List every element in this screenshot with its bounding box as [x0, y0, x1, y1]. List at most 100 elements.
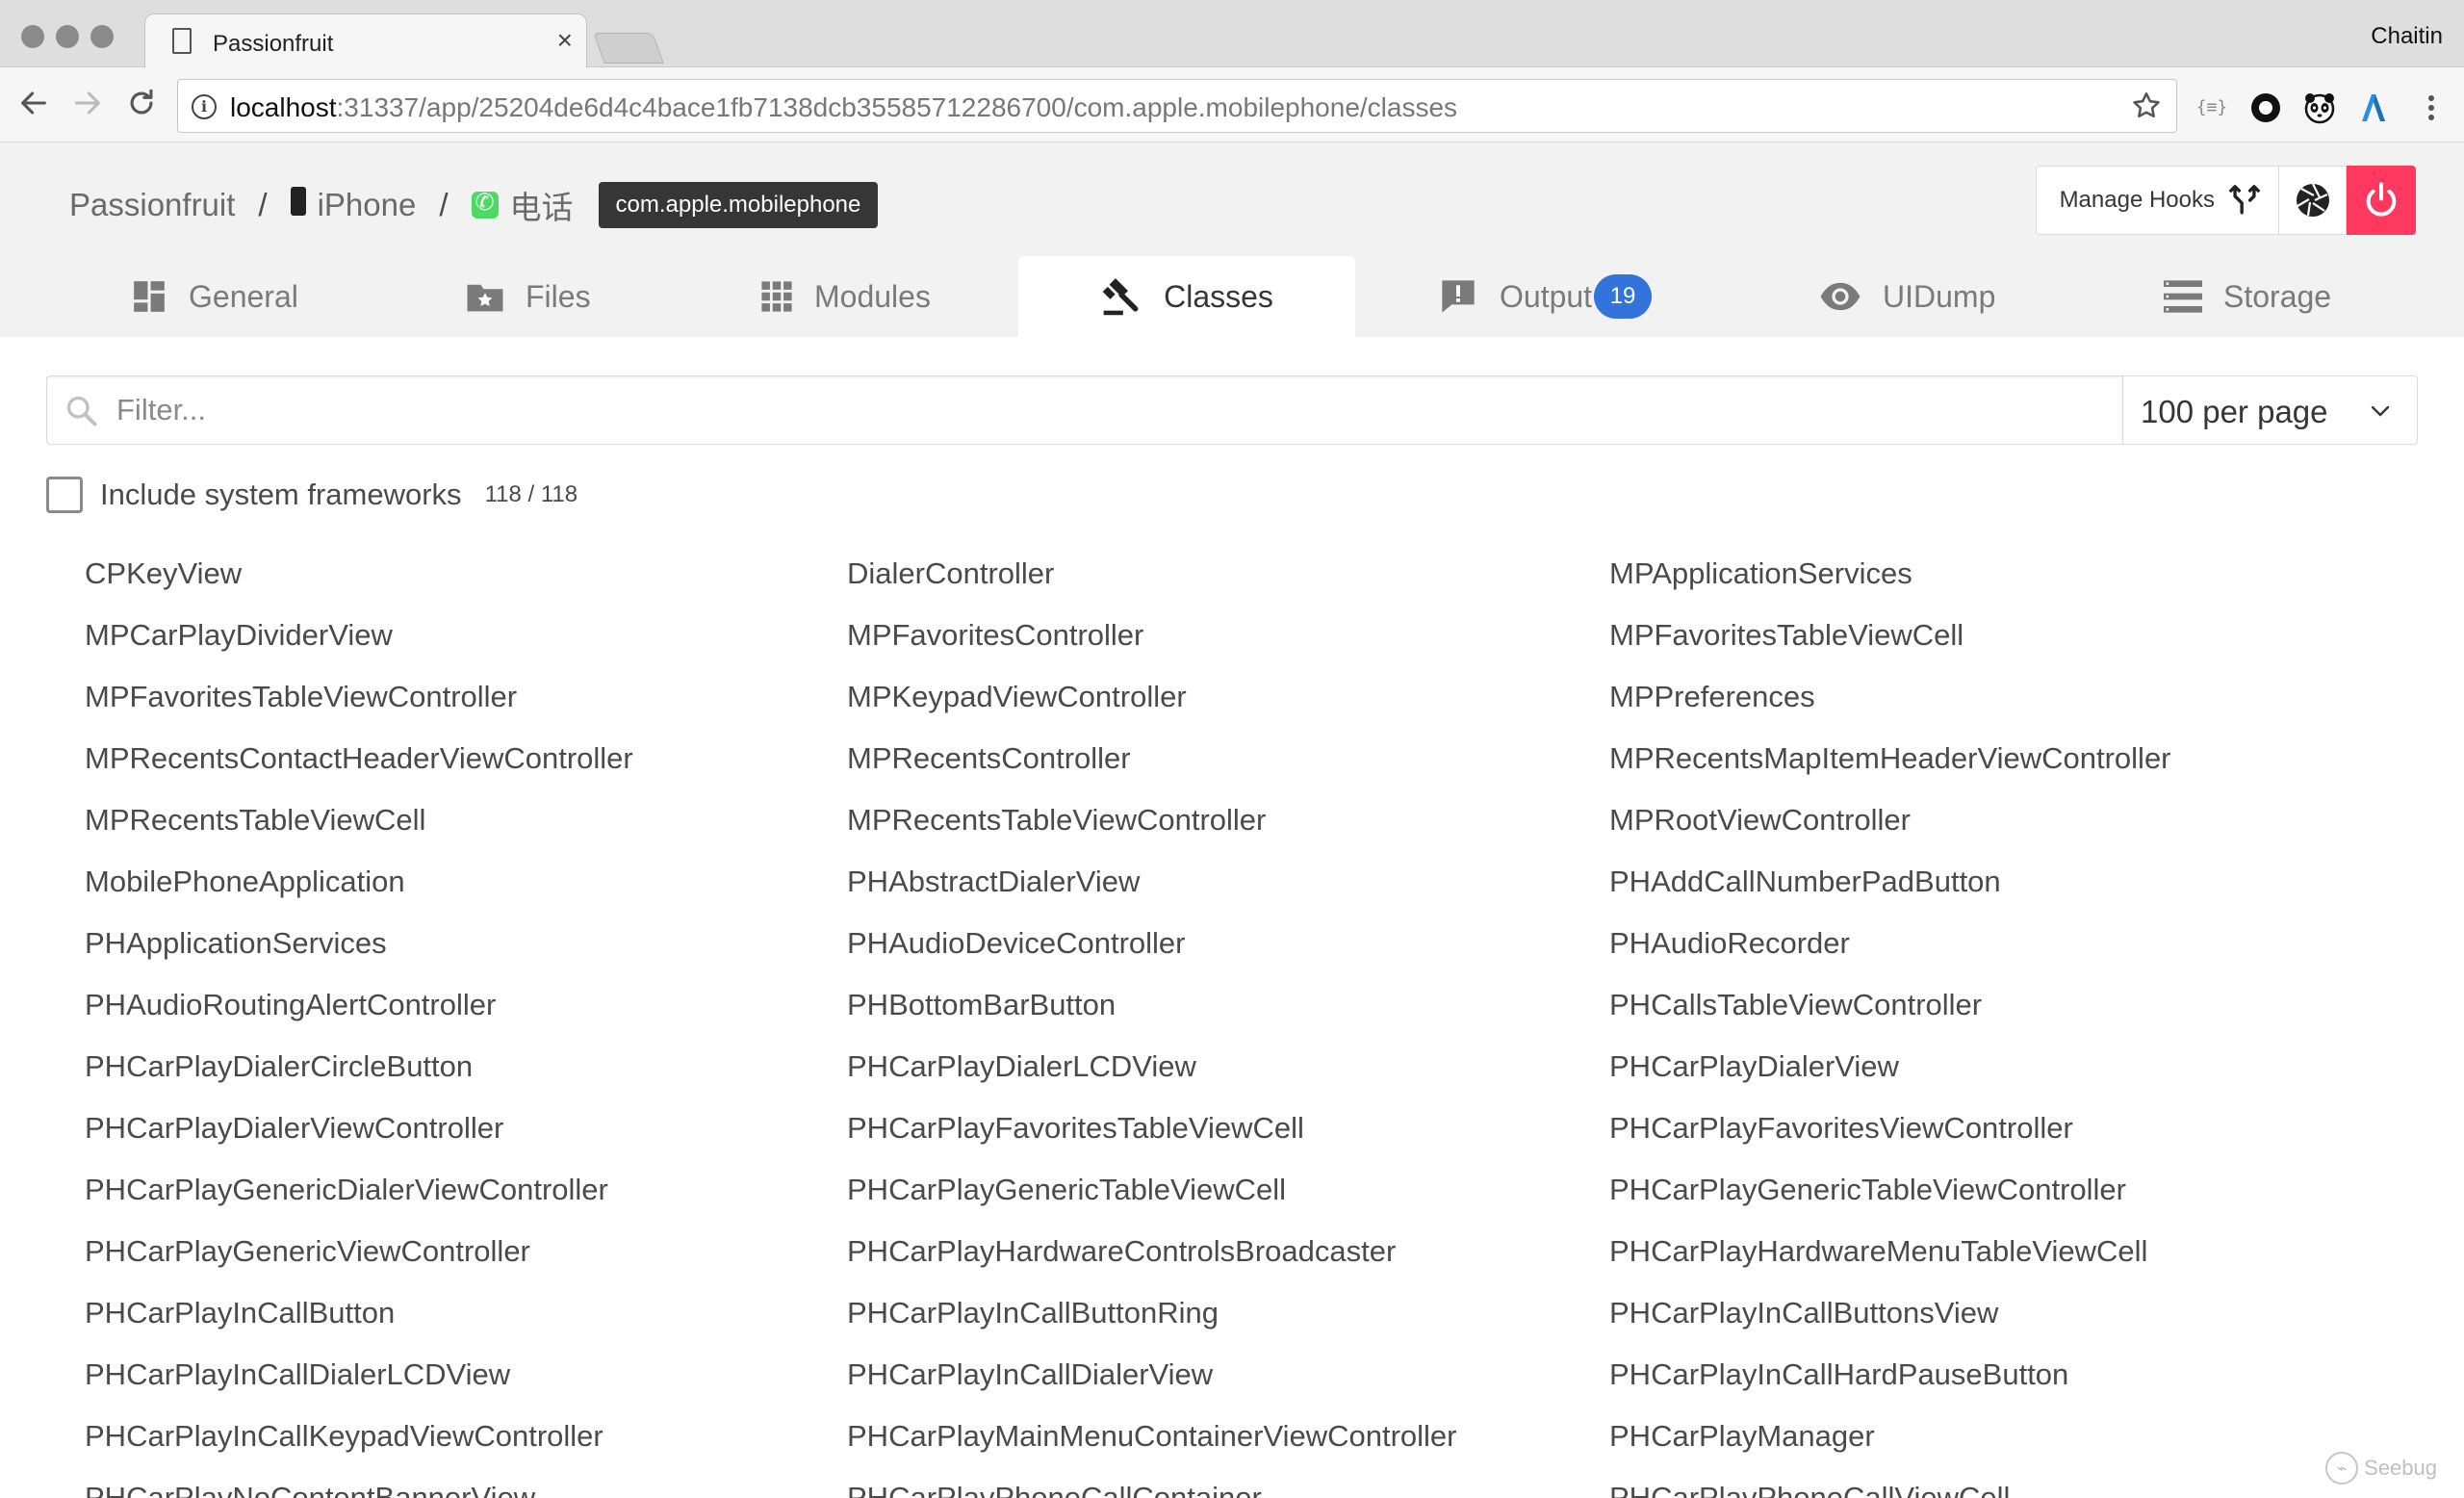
- bookmark-star-icon[interactable]: [2130, 90, 2163, 122]
- class-list-item[interactable]: PHApplicationServices: [85, 922, 633, 984]
- grid-icon: [761, 281, 792, 312]
- class-list-item[interactable]: PHBottomBarButton: [847, 984, 1457, 1046]
- circle-extension-icon[interactable]: [2248, 90, 2283, 125]
- class-list-item[interactable]: MPFavoritesController: [847, 614, 1457, 676]
- camera-shutter-icon: [2296, 183, 2329, 217]
- breadcrumb-device[interactable]: iPhone: [290, 187, 416, 223]
- class-list-item[interactable]: PHCarPlayInCallButtonsView: [1609, 1292, 2171, 1354]
- include-system-frameworks-checkbox[interactable]: [46, 477, 83, 513]
- snapshot-button[interactable]: [2279, 166, 2347, 235]
- breadcrumb-root[interactable]: Passionfruit: [69, 187, 235, 223]
- class-list-item[interactable]: PHCarPlayHardwareMenuTableViewCell: [1609, 1230, 2171, 1292]
- class-list-item[interactable]: MPRecentsController: [847, 737, 1457, 799]
- class-list-item[interactable]: PHCarPlayDialerView: [1609, 1046, 2171, 1107]
- window-minimize-button[interactable]: [56, 25, 79, 48]
- class-list-item[interactable]: PHCarPlayInCallButton: [85, 1292, 633, 1354]
- new-tab-button[interactable]: [593, 33, 664, 64]
- lambda-extension-icon[interactable]: [2356, 90, 2391, 125]
- class-list-item[interactable]: PHCarPlayNoContentBannerView: [85, 1477, 633, 1498]
- browser-titlebar: Passionfruit × Chaitin: [0, 0, 2464, 68]
- class-list-item[interactable]: MPFavoritesTableViewController: [85, 676, 633, 737]
- class-list-item[interactable]: PHCarPlayInCallDialerLCDView: [85, 1354, 633, 1415]
- tab-classes[interactable]: Classes: [1018, 256, 1355, 337]
- iphone-icon: [290, 187, 306, 216]
- class-list-item[interactable]: PHCarPlayDialerLCDView: [847, 1046, 1457, 1107]
- class-list-item[interactable]: MPKeypadViewController: [847, 676, 1457, 737]
- class-column-1: CPKeyView MPCarPlayDividerView MPFavorites…: [85, 553, 633, 1498]
- class-list-item[interactable]: MPRecentsTableViewController: [847, 799, 1457, 861]
- reload-icon[interactable]: [125, 87, 158, 119]
- class-list-item[interactable]: MPRecentsContactHeaderViewController: [85, 737, 633, 799]
- class-list-item[interactable]: PHCarPlayDialerViewController: [85, 1107, 633, 1169]
- browser-tab-title: Passionfruit: [213, 31, 334, 57]
- class-list-item[interactable]: PHCarPlayInCallDialerView: [847, 1354, 1457, 1415]
- info-icon[interactable]: i: [192, 94, 217, 119]
- class-list-item[interactable]: PHCarPlayGenericViewController: [85, 1230, 633, 1292]
- per-page-select[interactable]: 100 per page: [2123, 375, 2418, 445]
- class-list-item[interactable]: MPCarPlayDividerView: [85, 614, 633, 676]
- class-list-item[interactable]: MPApplicationServices: [1609, 553, 2171, 614]
- class-list-item[interactable]: PHCarPlayInCallKeypadViewController: [85, 1415, 633, 1477]
- class-list-item[interactable]: MobilePhoneApplication: [85, 861, 633, 922]
- output-count-badge: 19: [1594, 274, 1653, 319]
- tab-storage[interactable]: Storage: [2164, 256, 2331, 337]
- class-list-item[interactable]: PHCarPlayPhoneCallViewCell: [1609, 1477, 2171, 1498]
- back-arrow-icon[interactable]: [17, 87, 50, 119]
- main-tabs: General Files Modules Classes Output 19 …: [0, 256, 2464, 337]
- tab-files[interactable]: Files: [466, 256, 591, 337]
- class-list-item[interactable]: PHCarPlayManager: [1609, 1415, 2171, 1477]
- class-list-item[interactable]: PHCarPlayHardwareControlsBroadcaster: [847, 1230, 1457, 1292]
- class-list-item[interactable]: PHCarPlayGenericTableViewController: [1609, 1169, 2171, 1230]
- tab-close-icon[interactable]: ×: [557, 26, 573, 55]
- json-viewer-icon[interactable]: {≡}: [2194, 90, 2229, 125]
- class-list-item[interactable]: PHAddCallNumberPadButton: [1609, 861, 2171, 922]
- class-list-item[interactable]: MPRootViewController: [1609, 799, 2171, 861]
- class-list-item[interactable]: PHCarPlayGenericTableViewCell: [847, 1169, 1457, 1230]
- browser-tab[interactable]: Passionfruit ×: [144, 13, 587, 68]
- class-list-item[interactable]: PHAbstractDialerView: [847, 861, 1457, 922]
- manage-hooks-button[interactable]: Manage Hooks: [2035, 166, 2279, 235]
- panda-extension-icon[interactable]: [2302, 90, 2337, 125]
- browser-menu-icon[interactable]: [2414, 90, 2449, 125]
- fork-icon: [2229, 185, 2260, 215]
- address-bar[interactable]: i localhost:31337/app/25204de6d4c4bace1f…: [177, 79, 2177, 133]
- class-list-item[interactable]: PHCarPlayGenericDialerViewController: [85, 1169, 633, 1230]
- watermark-logo: ⌁ Seebug: [2325, 1452, 2437, 1485]
- class-list-item[interactable]: MPRecentsMapItemHeaderViewController: [1609, 737, 2171, 799]
- class-list-item[interactable]: DialerController: [847, 553, 1457, 614]
- class-list-item[interactable]: PHAudioDeviceController: [847, 922, 1457, 984]
- class-list-item[interactable]: PHCarPlayInCallButtonRing: [847, 1292, 1457, 1354]
- forward-arrow-icon[interactable]: [71, 87, 104, 119]
- search-icon: [66, 396, 97, 426]
- class-list-item[interactable]: PHAudioRecorder: [1609, 922, 2171, 984]
- gavel-icon: [1102, 278, 1139, 316]
- include-system-frameworks-label[interactable]: Include system frameworks: [100, 478, 462, 512]
- phone-app-icon: [471, 189, 499, 219]
- class-list-item[interactable]: MPPreferences: [1609, 676, 2171, 737]
- tab-uidump[interactable]: UIDump: [1819, 256, 1995, 337]
- disconnect-power-button[interactable]: [2347, 166, 2416, 235]
- alert-message-icon: [1442, 280, 1475, 313]
- tab-modules[interactable]: Modules: [760, 256, 931, 337]
- class-list-item[interactable]: PHAudioRoutingAlertController: [85, 984, 633, 1046]
- class-list-item[interactable]: PHCarPlayFavoritesViewController: [1609, 1107, 2171, 1169]
- class-list-item[interactable]: PHCarPlayPhoneCallContainer: [847, 1477, 1457, 1498]
- filter-input[interactable]: [116, 376, 2105, 444]
- window-close-button[interactable]: [21, 25, 44, 48]
- seebug-logo-icon: ⌁: [2325, 1452, 2359, 1485]
- class-list-item[interactable]: PHCarPlayMainMenuContainerViewController: [847, 1415, 1457, 1477]
- window-zoom-button[interactable]: [90, 25, 114, 48]
- list-icon: [2164, 280, 2202, 313]
- breadcrumb-app[interactable]: 电话: [471, 182, 574, 228]
- class-list-item[interactable]: PHCallsTableViewController: [1609, 984, 2171, 1046]
- profile-name[interactable]: Chaitin: [2371, 23, 2443, 50]
- class-list-item[interactable]: PHCarPlayDialerCircleButton: [85, 1046, 633, 1107]
- tab-output[interactable]: Output 19: [1438, 256, 1653, 337]
- class-list-item[interactable]: MPFavoritesTableViewCell: [1609, 614, 2171, 676]
- url-text[interactable]: localhost:31337/app/25204de6d4c4bace1fb7…: [230, 92, 1457, 123]
- class-list-item[interactable]: MPRecentsTableViewCell: [85, 799, 633, 861]
- tab-general[interactable]: General: [131, 256, 298, 337]
- class-list-item[interactable]: PHCarPlayInCallHardPauseButton: [1609, 1354, 2171, 1415]
- class-list-item[interactable]: CPKeyView: [85, 553, 633, 614]
- class-list-item[interactable]: PHCarPlayFavoritesTableViewCell: [847, 1107, 1457, 1169]
